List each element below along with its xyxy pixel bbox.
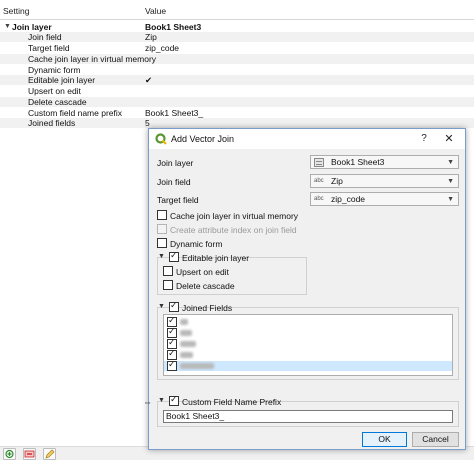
joined-fields-checkbox[interactable] xyxy=(169,301,179,312)
qgis-logo-icon xyxy=(155,133,167,145)
dialog-titlebar[interactable]: Add Vector Join ? ✕ xyxy=(149,129,465,149)
row-label: Target field xyxy=(28,43,70,53)
join-field-combo[interactable]: abc Zip ▼ xyxy=(310,174,459,188)
row-value: 5 xyxy=(145,118,150,128)
delete-cascade-checkbox[interactable] xyxy=(163,280,173,290)
row-label: Upsert on edit xyxy=(28,86,81,96)
collapse-triangle-icon[interactable]: ▼ xyxy=(158,303,165,310)
join-layer-value: Book1 Sheet3 xyxy=(331,157,385,167)
attribute-index-checkbox[interactable] xyxy=(157,224,167,234)
join-layer-combo[interactable]: Book1 Sheet3 ▼ xyxy=(310,155,459,169)
list-item[interactable] xyxy=(164,316,452,327)
row-label: Joined fields xyxy=(28,118,76,128)
join-field-value: Zip xyxy=(331,176,343,186)
ok-button[interactable]: OK xyxy=(362,432,407,447)
cancel-button[interactable]: Cancel xyxy=(412,432,459,447)
row-label: Custom field name prefix xyxy=(28,108,123,118)
list-item[interactable] xyxy=(164,349,452,360)
chevron-down-icon: ▼ xyxy=(447,159,454,166)
dynamic-form-label: Dynamic form xyxy=(170,239,223,249)
row-label: Delete cascade xyxy=(28,97,87,107)
join-layer-label: Join layer xyxy=(157,158,194,168)
text-field-icon: abc xyxy=(314,178,324,184)
attribute-index-label: Create attribute index on join field xyxy=(170,225,297,235)
row-label: Join field xyxy=(28,32,62,42)
target-field-label: Target field xyxy=(157,195,199,205)
row-label: Editable join layer xyxy=(28,75,96,85)
table-row[interactable]: Editable join layer ✔ xyxy=(0,75,474,85)
cache-join-label: Cache join layer in virtual memory xyxy=(170,211,299,221)
joined-fields-list[interactable] xyxy=(163,314,453,376)
list-item[interactable] xyxy=(164,327,452,338)
row-value: ✔ xyxy=(145,75,153,85)
resize-cursor-icon: ⇔ xyxy=(143,397,152,407)
table-row[interactable]: Joined fields 5 xyxy=(0,118,474,128)
row-label: Cache join layer in virtual memory xyxy=(28,54,157,64)
editable-join-label: Editable join layer xyxy=(182,253,250,263)
redacted-field-name xyxy=(180,319,188,325)
table-row[interactable]: Delete cascade xyxy=(0,97,474,107)
table-row[interactable]: Target field zip_code xyxy=(0,43,474,53)
upsert-label: Upsert on edit xyxy=(176,267,229,277)
dialog-title: Add Vector Join xyxy=(171,134,235,144)
layer-icon xyxy=(314,158,324,167)
close-button[interactable]: ✕ xyxy=(441,132,457,146)
redacted-field-name xyxy=(180,341,196,347)
field-checkbox[interactable] xyxy=(167,338,177,349)
field-checkbox[interactable] xyxy=(167,327,177,338)
joined-fields-label: Joined Fields xyxy=(182,303,233,313)
table-row[interactable]: Dynamic form xyxy=(0,65,474,75)
chevron-down-icon: ▼ xyxy=(447,178,454,185)
remove-join-icon xyxy=(24,450,35,458)
redacted-field-name xyxy=(180,363,214,369)
table-row[interactable]: Upsert on edit xyxy=(0,86,474,96)
list-item[interactable] xyxy=(164,338,452,349)
join-field-label: Join field xyxy=(157,177,191,187)
field-checkbox[interactable] xyxy=(167,360,177,371)
text-field-icon: abc xyxy=(314,196,324,202)
delete-cascade-label: Delete cascade xyxy=(176,281,235,291)
group-value: Book1 Sheet3 xyxy=(145,22,202,32)
collapse-triangle-icon[interactable]: ▼ xyxy=(158,253,165,260)
header-value: Value xyxy=(145,6,167,16)
row-value: zip_code xyxy=(145,43,180,53)
row-label: Dynamic form xyxy=(28,65,81,75)
target-field-value: zip_code xyxy=(331,194,366,204)
row-value: Book1 Sheet3_ xyxy=(145,108,204,118)
field-checkbox[interactable] xyxy=(167,349,177,360)
add-join-button[interactable] xyxy=(3,448,16,460)
table-row[interactable]: Custom field name prefix Book1 Sheet3_ xyxy=(0,108,474,118)
custom-prefix-input[interactable]: Book1 Sheet3_ xyxy=(163,410,453,423)
row-value: Zip xyxy=(145,32,157,42)
group-label: Join layer xyxy=(12,22,52,32)
editable-join-checkbox[interactable] xyxy=(169,251,179,262)
list-item-selected[interactable] xyxy=(164,360,452,371)
cache-join-checkbox[interactable] xyxy=(157,210,167,220)
collapse-caret-icon[interactable]: ▼ xyxy=(4,22,11,32)
header-setting: Setting xyxy=(3,6,30,16)
add-join-icon xyxy=(5,449,14,459)
add-vector-join-dialog: Add Vector Join ? ✕ Join layer Book1 She… xyxy=(148,128,466,450)
redacted-field-name xyxy=(180,330,192,336)
help-button[interactable]: ? xyxy=(417,132,431,146)
table-row[interactable]: Cache join layer in virtual memory xyxy=(0,54,474,64)
remove-join-button[interactable] xyxy=(23,448,36,460)
custom-prefix-checkbox[interactable] xyxy=(169,395,179,406)
join-layer-group-row[interactable]: ▼ Join layer Book1 Sheet3 xyxy=(0,22,474,32)
redacted-field-name xyxy=(180,352,193,358)
collapse-triangle-icon[interactable]: ▼ xyxy=(158,397,165,404)
chevron-down-icon: ▼ xyxy=(447,196,454,203)
field-checkbox[interactable] xyxy=(167,316,177,327)
edit-join-button[interactable] xyxy=(43,448,56,460)
upsert-checkbox[interactable] xyxy=(163,266,173,276)
custom-prefix-label: Custom Field Name Prefix xyxy=(182,397,282,407)
table-header: Setting Value xyxy=(0,0,474,20)
table-row[interactable]: Join field Zip xyxy=(0,32,474,42)
target-field-combo[interactable]: abc zip_code ▼ xyxy=(310,192,459,206)
dynamic-form-checkbox[interactable] xyxy=(157,238,167,248)
edit-join-icon xyxy=(45,449,55,459)
